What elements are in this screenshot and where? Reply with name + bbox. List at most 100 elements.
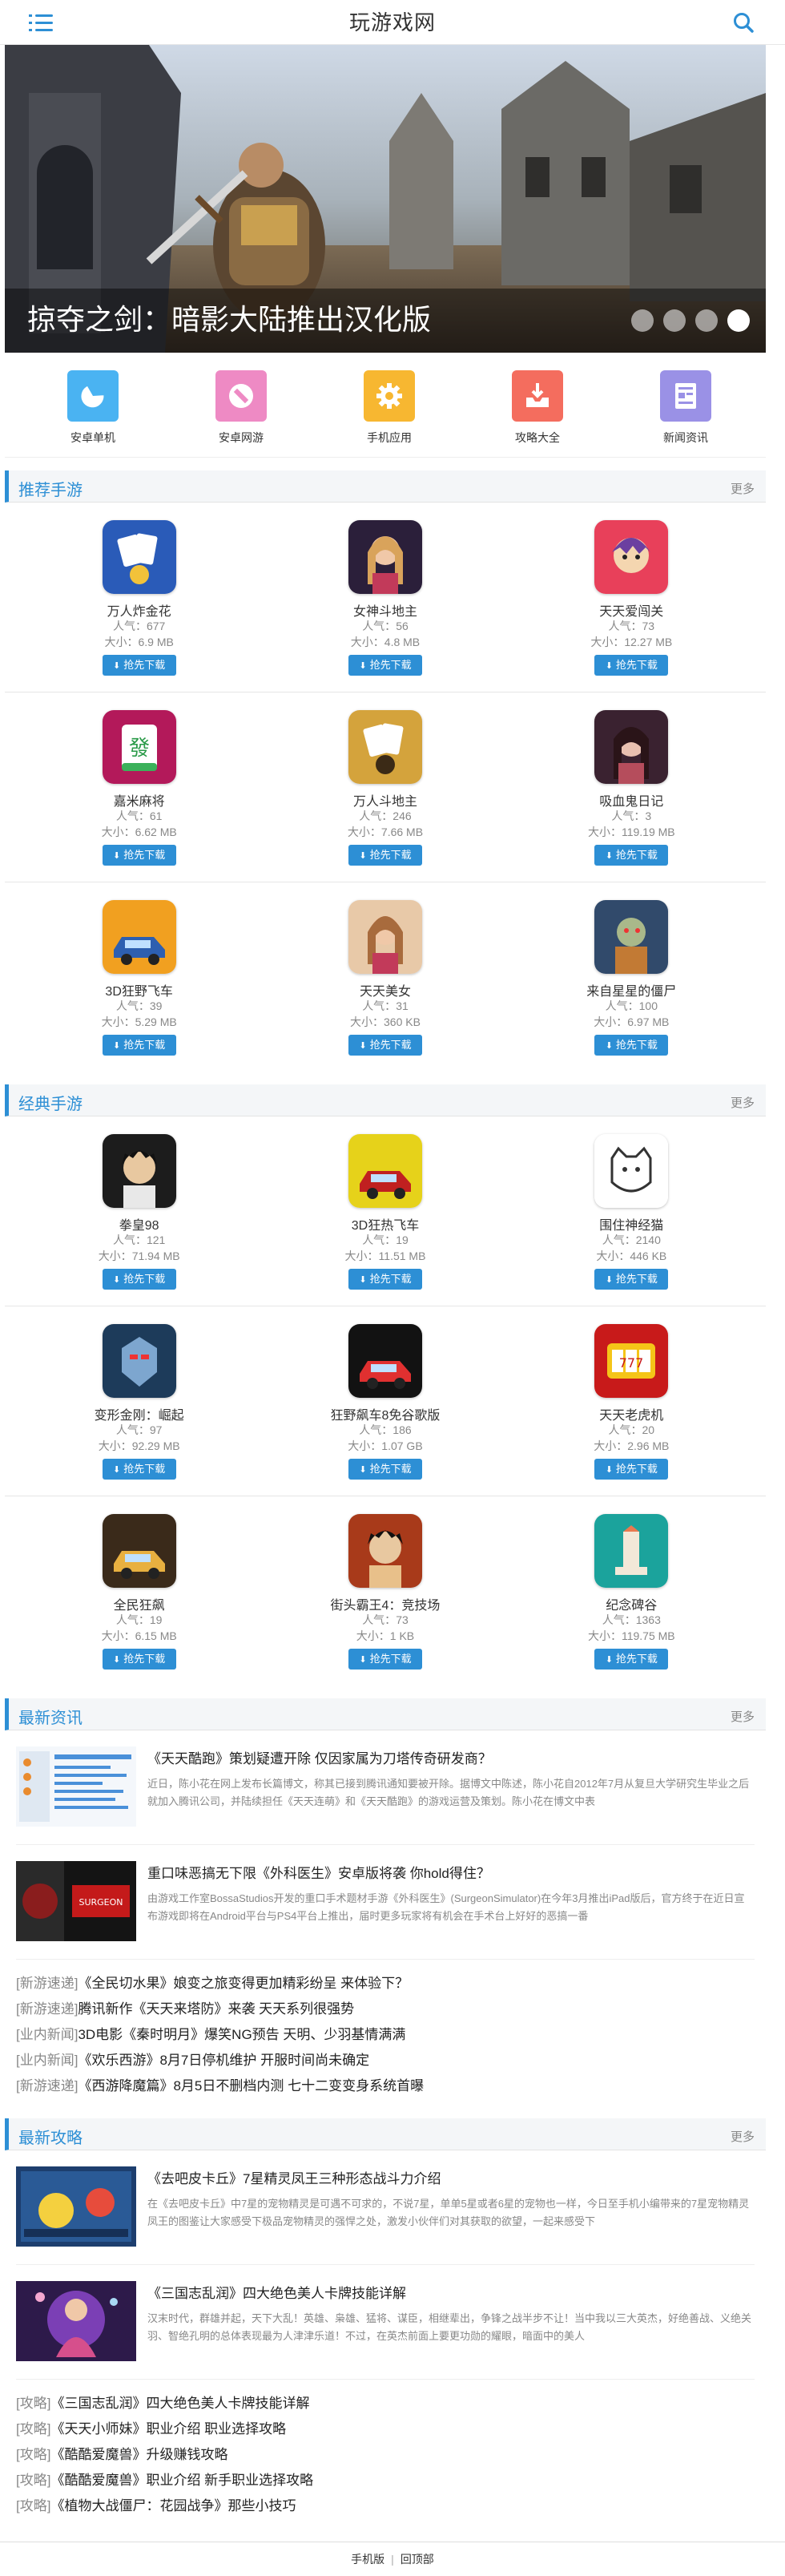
app-card[interactable]: 天天美女 人气：31 大小：360 KB ⬇ 抢先下载 [289,900,481,1056]
app-name[interactable]: 吸血鬼日记 [535,790,727,809]
app-card[interactable]: 天天爱闯关 人气：73 大小：12.27 MB ⬇ 抢先下载 [535,520,727,676]
app-card[interactable]: 街头霸王4：竞技场 人气：73 大小：1 KB ⬇ 抢先下载 [289,1514,481,1670]
download-button[interactable]: ⬇ 抢先下载 [348,1649,422,1670]
download-button[interactable]: ⬇ 抢先下载 [594,1035,669,1056]
download-button[interactable]: ⬇ 抢先下载 [102,655,176,676]
app-name[interactable]: 天天爱闯关 [535,600,727,619]
download-button[interactable]: ⬇ 抢先下载 [594,1459,669,1480]
more-link[interactable]: 更多 [731,480,755,497]
carousel-dot[interactable] [695,309,718,332]
guide-title[interactable]: 《去吧皮卡丘》7星精灵凤王三种形态战斗力介绍 [147,2170,755,2189]
slot-icon[interactable]: 777 [594,1324,669,1398]
app-name[interactable]: 来自星星的僵尸 [535,980,727,999]
news-link[interactable]: [业内新闻]3D电影《秦时明月》爆笑NG预告 天明、少羽基情满满 [16,2022,755,2048]
fighter-icon[interactable] [348,1514,422,1588]
download-button[interactable]: ⬇ 抢先下载 [102,1459,176,1480]
guide-link[interactable]: [攻略]《植物大战僵尸：花园战争》那些小技巧 [16,2493,755,2519]
download-button[interactable]: ⬇ 抢先下载 [594,655,669,676]
app-card[interactable]: 变形金刚：崛起 人气：97 大小：92.29 MB ⬇ 抢先下载 [43,1324,235,1480]
news-link[interactable]: [新游速递]《全民切水果》娘变之旅变得更加精彩纷呈 来体验下？ [16,1971,755,1997]
download-button[interactable]: ⬇ 抢先下载 [594,1269,669,1290]
cat-icon[interactable] [594,1134,669,1208]
app-card[interactable]: 女神斗地主 人气：56 大小：4.8 MB ⬇ 抢先下载 [289,520,481,676]
app-card[interactable]: 吸血鬼日记 人气：3 大小：119.19 MB ⬇ 抢先下载 [535,710,727,866]
guide-link[interactable]: [攻略]《天天小师妹》职业介绍 职业选择攻略 [16,2417,755,2442]
quick-nav-android-single[interactable]: 安卓单机 [45,370,141,446]
quick-nav-mobile-apps[interactable]: 手机应用 [341,370,437,446]
banner-carousel[interactable]: 掠夺之剑：暗影大陆推出汉化版 [5,45,766,353]
quick-nav-guides[interactable]: 攻略大全 [489,370,586,446]
mahjong-icon[interactable]: 發 [102,710,176,784]
app-name[interactable]: 狂野飙车8免谷歌版 [289,1404,481,1423]
guide-link[interactable]: [攻略]《酷酷爱魔兽》升级赚钱攻略 [16,2442,755,2468]
quick-nav-news[interactable]: 新闻资讯 [638,370,734,446]
more-link[interactable]: 更多 [731,1708,755,1725]
app-card[interactable]: 全民狂飙 人气：19 大小：6.15 MB ⬇ 抢先下载 [43,1514,235,1670]
app-name[interactable]: 嘉米麻将 [43,790,235,809]
robot-icon[interactable] [102,1324,176,1398]
download-button[interactable]: ⬇ 抢先下载 [348,655,422,676]
app-name[interactable]: 纪念碑谷 [535,1594,727,1613]
news-item[interactable]: SURGEON 重口味恶搞无下限《外科医生》安卓版将袭 你hold得住？ 由游戏… [16,1845,755,1960]
app-name[interactable]: 女神斗地主 [289,600,481,619]
monument-icon[interactable] [594,1514,669,1588]
app-card[interactable]: 777 天天老虎机 人气：20 大小：2.96 MB ⬇ 抢先下载 [535,1324,727,1480]
download-button[interactable]: ⬇ 抢先下载 [348,1035,422,1056]
download-button[interactable]: ⬇ 抢先下载 [594,845,669,866]
app-name[interactable]: 天天老虎机 [535,1404,727,1423]
search-icon[interactable] [732,11,755,34]
site-title[interactable]: 玩游戏网 [0,0,785,45]
app-name[interactable]: 天天美女 [289,980,481,999]
app-name[interactable]: 万人斗地主 [289,790,481,809]
more-link[interactable]: 更多 [731,2128,755,2145]
app-card[interactable]: 万人斗地主 人气：246 大小：7.66 MB ⬇ 抢先下载 [289,710,481,866]
car-icon[interactable] [348,1324,422,1398]
news-title[interactable]: 重口味恶搞无下限《外科医生》安卓版将袭 你hold得住？ [147,1864,755,1884]
app-name[interactable]: 围住神经猫 [535,1214,727,1233]
carousel-dot[interactable] [631,309,654,332]
guide-title[interactable]: 《三国志乱润》四大绝色美人卡牌技能详解 [147,2284,755,2303]
news-link[interactable]: [新游速递]《西游降魔篇》8月5日不删档内测 七十二变变身系统首曝 [16,2073,755,2099]
car-icon[interactable] [102,900,176,974]
character-icon[interactable] [594,520,669,594]
download-button[interactable]: ⬇ 抢先下载 [348,845,422,866]
menu-icon[interactable] [29,13,53,34]
fighter-icon[interactable] [102,1134,176,1208]
carousel-dot-active[interactable] [727,309,750,332]
app-card[interactable]: 拳皇98 人气：121 大小：71.94 MB ⬇ 抢先下载 [43,1134,235,1290]
app-card[interactable]: 围住神经猫 人气：2140 大小：446 KB ⬇ 抢先下载 [535,1134,727,1290]
app-name[interactable]: 拳皇98 [43,1214,235,1233]
news-title[interactable]: 《天天酷跑》策划疑遭开除 仅因家属为刀塔传奇研发商？ [147,1750,755,1769]
download-button[interactable]: ⬇ 抢先下载 [102,1649,176,1670]
banner-caption[interactable]: 掠夺之剑：暗影大陆推出汉化版 [27,297,431,338]
car-icon[interactable] [348,1134,422,1208]
app-name[interactable]: 全民狂飙 [43,1594,235,1613]
download-button[interactable]: ⬇ 抢先下载 [348,1269,422,1290]
app-card[interactable]: 万人炸金花 人气：677 大小：6.9 MB ⬇ 抢先下载 [43,520,235,676]
app-name[interactable]: 变形金刚：崛起 [43,1404,235,1423]
app-name[interactable]: 万人炸金花 [43,600,235,619]
download-button[interactable]: ⬇ 抢先下载 [594,1649,669,1670]
guide-item[interactable]: 《三国志乱润》四大绝色美人卡牌技能详解 汉末时代，群雄并起，天下大乱！英雄、枭雄… [16,2265,755,2380]
app-name[interactable]: 街头霸王4：竞技场 [289,1594,481,1613]
news-link[interactable]: [业内新闻]《欢乐西游》8月7日停机维护 开服时间尚未确定 [16,2048,755,2073]
zombie-icon[interactable] [594,900,669,974]
guide-link[interactable]: [攻略]《酷酷爱魔兽》职业介绍 新手职业选择攻略 [16,2468,755,2493]
quick-nav-android-online[interactable]: 安卓网游 [193,370,289,446]
app-name[interactable]: 3D狂热飞车 [289,1214,481,1233]
girl-icon[interactable] [348,520,422,594]
carousel-dot[interactable] [663,309,686,332]
download-button[interactable]: ⬇ 抢先下载 [348,1459,422,1480]
back-to-top-link[interactable]: 回顶部 [401,2553,434,2566]
more-link[interactable]: 更多 [731,1094,755,1111]
download-button[interactable]: ⬇ 抢先下载 [102,845,176,866]
download-button[interactable]: ⬇ 抢先下载 [102,1035,176,1056]
cards-icon[interactable] [102,520,176,594]
guide-item[interactable]: 《去吧皮卡丘》7星精灵凤王三种形态战斗力介绍 在《去吧皮卡丘》中7星的宠物精灵是… [16,2150,755,2265]
vampire-icon[interactable] [594,710,669,784]
app-name[interactable]: 3D狂野飞车 [43,980,235,999]
app-card[interactable]: 3D狂热飞车 人气：19 大小：11.51 MB ⬇ 抢先下载 [289,1134,481,1290]
girl-icon[interactable] [348,900,422,974]
news-item[interactable]: 《天天酷跑》策划疑遭开除 仅因家属为刀塔传奇研发商？ 近日，陈小花在网上发布长篇… [16,1730,755,1845]
download-button[interactable]: ⬇ 抢先下载 [102,1269,176,1290]
